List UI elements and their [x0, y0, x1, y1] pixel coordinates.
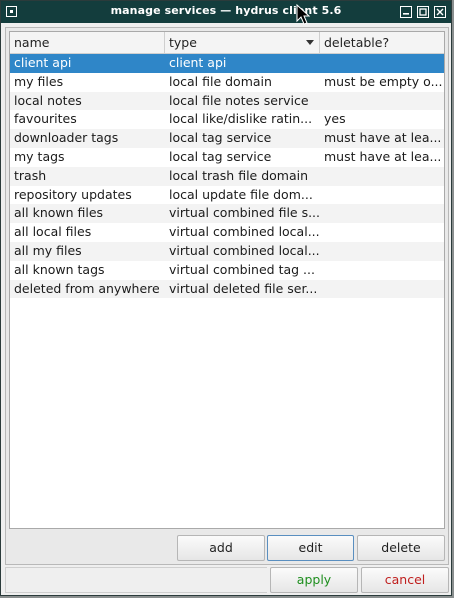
cell-deletable	[320, 92, 444, 111]
cell-name: all known tags	[14, 261, 105, 277]
close-icon[interactable]	[434, 6, 446, 18]
sort-descending-icon	[306, 40, 314, 45]
cell-deletable: must be empty o...	[324, 73, 443, 89]
list-row[interactable]: deleted from anywhere virtual deleted fi…	[10, 279, 444, 299]
add-button[interactable]: add	[177, 535, 265, 561]
list-row[interactable]: all my files virtual combined local...	[10, 241, 444, 261]
cell-deletable	[320, 167, 444, 186]
delete-button[interactable]: delete	[357, 535, 445, 561]
cell-name: all my files	[14, 242, 82, 258]
cell-deletable: yes	[324, 111, 346, 127]
list-row[interactable]: all known files virtual combined file s.…	[10, 204, 444, 224]
list-row[interactable]: repository updates local update file dom…	[10, 186, 444, 205]
cell-deletable	[320, 242, 444, 261]
cell-type: local file domain	[169, 73, 272, 89]
apply-button[interactable]: apply	[270, 567, 358, 593]
cell-type: virtual combined local...	[169, 242, 320, 258]
cell-type: virtual combined tag ...	[169, 261, 315, 277]
cell-name: all local files	[14, 224, 92, 240]
services-list[interactable]: name type deletable? client api client a…	[9, 31, 445, 529]
cell-type: local tag service	[169, 130, 272, 146]
column-header-name[interactable]: name	[10, 32, 165, 53]
button-bar-frame	[5, 567, 267, 593]
list-row[interactable]: my files local file domain must be empty…	[10, 73, 444, 92]
cell-deletable	[320, 186, 444, 205]
column-header-type[interactable]: type	[165, 32, 320, 53]
cell-type: virtual deleted file ser...	[169, 280, 318, 296]
column-header-type-label: type	[169, 35, 197, 50]
cell-name: trash	[14, 167, 47, 183]
list-row[interactable]: all local files virtual combined local..…	[10, 223, 444, 242]
list-header: name type deletable?	[10, 32, 444, 54]
cell-name: my files	[14, 73, 64, 89]
cell-deletable: must have at lea...	[324, 148, 442, 164]
list-rows: client api client api my files local fil…	[10, 54, 444, 299]
cell-deletable	[320, 223, 444, 242]
cell-deletable: must have at lea...	[324, 130, 442, 146]
list-row[interactable]: favourites local like/dislike ratin... y…	[10, 110, 444, 129]
minimize-icon[interactable]	[400, 6, 412, 18]
column-header-deletable[interactable]: deletable?	[320, 32, 444, 53]
cell-type: local file notes service	[169, 92, 309, 108]
dialog-window: manage services — hydrus client 5.6 name…	[0, 0, 452, 596]
list-row[interactable]: downloader tags local tag service must h…	[10, 129, 444, 148]
cell-name: deleted from anywhere	[14, 280, 160, 296]
cell-name: client api	[14, 55, 72, 70]
cell-name: all known files	[14, 205, 104, 221]
cell-type: client api	[169, 55, 227, 70]
cell-name: downloader tags	[14, 130, 119, 146]
cell-name: local notes	[14, 92, 82, 108]
list-row[interactable]: local notes local file notes service	[10, 91, 444, 111]
window-title: manage services — hydrus client 5.6	[110, 4, 342, 17]
cell-type: local trash file domain	[169, 167, 309, 183]
list-row[interactable]: client api client api	[10, 54, 444, 73]
maximize-icon[interactable]	[417, 6, 429, 18]
cell-type: local tag service	[169, 148, 272, 164]
list-row[interactable]: all known tags virtual combined tag ...	[10, 261, 444, 280]
cell-name: repository updates	[14, 186, 132, 202]
cell-type: local update file dom...	[169, 186, 313, 202]
cancel-button[interactable]: cancel	[361, 567, 449, 593]
cell-deletable	[320, 54, 444, 73]
list-row[interactable]: my tags local tag service must have at l…	[10, 148, 444, 167]
cell-type: virtual combined local...	[169, 224, 320, 240]
cell-type: local like/dislike ratin...	[169, 111, 313, 127]
mouse-pointer-icon	[296, 4, 310, 25]
cell-deletable	[320, 204, 444, 223]
cell-type: virtual combined file s...	[169, 205, 320, 221]
cell-name: my tags	[14, 148, 65, 164]
edit-button[interactable]: edit	[267, 535, 354, 561]
cell-deletable	[320, 261, 444, 280]
title-bar[interactable]: manage services — hydrus client 5.6	[1, 1, 451, 23]
cell-deletable	[320, 280, 444, 299]
list-row[interactable]: trash local trash file domain	[10, 166, 444, 186]
cell-name: favourites	[14, 111, 77, 127]
